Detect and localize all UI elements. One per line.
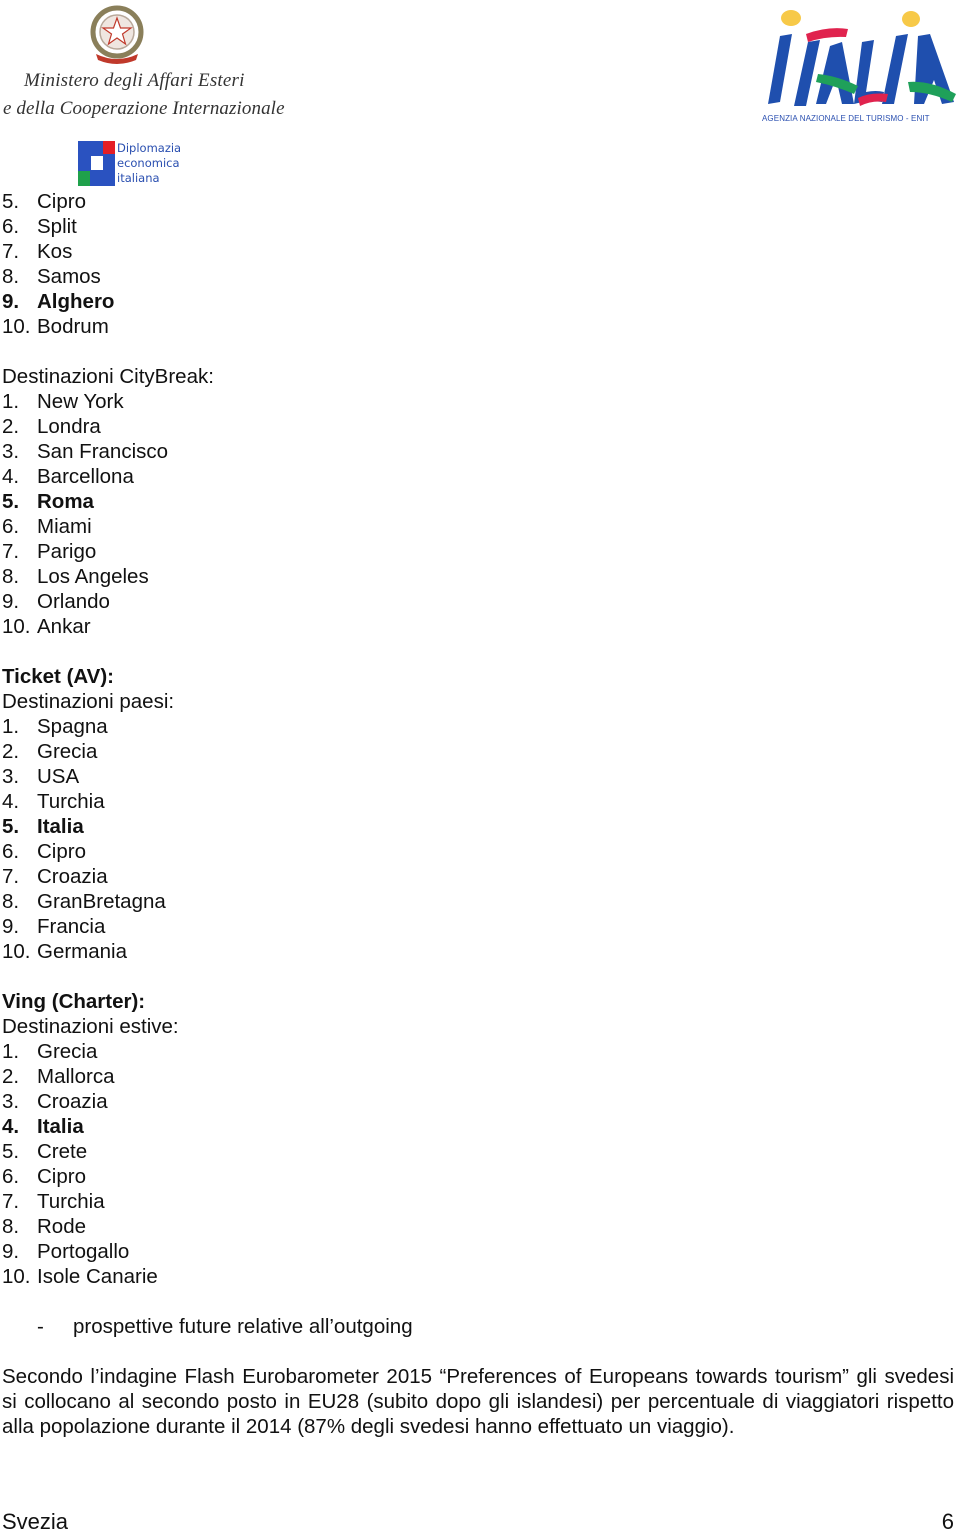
enit-italia-logo: AGENZIA NAZIONALE DEL TURISMO - ENIT — [758, 6, 958, 126]
list-item: 8. Rode — [2, 1215, 87, 1238]
diplomazia-text-line2: economica — [117, 156, 180, 170]
list-item: 8. Los Angeles — [2, 565, 149, 588]
enit-caption: AGENZIA NAZIONALE DEL TURISMO - ENIT — [762, 114, 930, 123]
page-number: 6 — [941, 1509, 954, 1534]
list-item: 7. Parigo — [2, 540, 97, 563]
list-item: 7. Kos — [2, 240, 73, 263]
footer-country: Svezia — [2, 1509, 69, 1534]
diplomazia-economica-logo: Diplomazia economica italiana — [78, 141, 181, 186]
list-item: 6. Miami — [2, 515, 92, 538]
ticket-title: Ticket (AV): — [2, 665, 115, 688]
list-item: 10. Germania — [2, 940, 128, 963]
list-item: 8. GranBretagna — [2, 890, 166, 913]
list-item: 9. Portogallo — [2, 1240, 130, 1263]
ving-section: Ving (Charter): Destinazioni estive: 1. G… — [2, 989, 956, 1289]
list-item: 1. New York — [2, 390, 124, 413]
list-item: 3. USA — [2, 765, 80, 788]
list-item-highlighted: 9. Alghero — [2, 290, 115, 313]
dash-bullet-icon: - — [37, 1315, 44, 1338]
italia-wordmark-icon — [768, 10, 956, 106]
list-item: 3. Croazia — [2, 1090, 108, 1113]
list-item: 2. Mallorca — [2, 1065, 115, 1088]
list-item: 1. Grecia — [2, 1040, 98, 1063]
list-item: 5. Cipro — [2, 190, 86, 213]
eurobarometer-paragraph: Secondo l’indagine Flash Eurobarometer 2… — [2, 1365, 954, 1438]
ving-title: Ving (Charter): — [2, 990, 146, 1013]
list-item: 10. Bodrum — [2, 315, 109, 338]
section-bullet-text: prospettive future relative all’outgoing — [73, 1315, 413, 1338]
ving-heading: Destinazioni estive: — [2, 1015, 179, 1038]
ministry-logo: Ministero degli Affari Esteri e della Co… — [0, 0, 285, 190]
list-item: 9. Francia — [2, 915, 106, 938]
citybreak-heading: Destinazioni CityBreak: — [2, 365, 214, 388]
ticket-heading: Destinazioni paesi: — [2, 690, 175, 713]
citybreak-section: Destinazioni CityBreak: 1. New York 2. Lon… — [2, 364, 956, 639]
list-item: 6. Cipro — [2, 840, 86, 863]
list-item: 6. Split — [2, 215, 77, 238]
list-item: 4. Turchia — [2, 790, 105, 813]
list-item: 2. Grecia — [2, 740, 98, 763]
list-item: 10. Ankar — [2, 615, 91, 638]
ministry-name-line1: Ministero degli Affari Esteri — [24, 70, 245, 91]
list-item: 10. Isole Canarie — [2, 1265, 158, 1288]
list-item: 9. Orlando — [2, 590, 110, 613]
diplomazia-text-line1: Diplomazia — [117, 141, 182, 155]
list-item: 2. Londra — [2, 415, 101, 438]
list-item: 7. Turchia — [2, 1190, 105, 1213]
list-item: 5. Crete — [2, 1140, 88, 1163]
diplomazia-text-line3: italiana — [117, 171, 160, 185]
list-item: 3. San Francisco — [2, 440, 169, 463]
list-item: 4. Barcellona — [2, 465, 134, 488]
list-item: 8. Samos — [2, 265, 101, 288]
list-item: 6. Cipro — [2, 1165, 86, 1188]
section-bullet: - prospettive future relative all’outgoin… — [2, 1314, 956, 1339]
list-item-highlighted: 5. Italia — [2, 815, 84, 838]
list-item-highlighted: 5. Roma — [2, 490, 94, 513]
continued-list: 5. Cipro 6. Split 7. Kos 8. Samos 9. Alghero … — [2, 189, 956, 339]
list-item: 1. Spagna — [2, 715, 108, 738]
italian-republic-emblem-icon — [90, 5, 144, 64]
diplomazia-squares-icon — [78, 141, 115, 186]
ministry-name-line2: e della Cooperazione Internazionale — [3, 98, 285, 119]
list-item-highlighted: 4. Italia — [2, 1115, 84, 1138]
ticket-section: Ticket (AV): Destinazioni paesi: 1. Spagn… — [2, 664, 956, 964]
document-body: 5. Cipro 6. Split 7. Kos 8. Samos 9. Alghero … — [2, 189, 956, 1439]
list-item: 7. Croazia — [2, 865, 108, 888]
